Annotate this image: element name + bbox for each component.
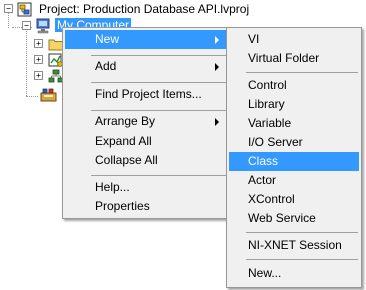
dependencies-icon bbox=[40, 88, 57, 102]
menu-item-label: Expand All bbox=[95, 134, 152, 148]
menu-item-collapse-all[interactable]: Collapse All bbox=[65, 151, 227, 170]
submenu-item-control[interactable]: Control bbox=[229, 76, 359, 95]
project-icon bbox=[17, 2, 33, 17]
menu-item-properties[interactable]: Properties bbox=[65, 197, 227, 216]
submenu-arrow-icon bbox=[215, 36, 219, 44]
menu-item-label: Properties bbox=[95, 199, 150, 213]
menu-separator bbox=[91, 175, 226, 176]
menu-item-label: Arrange By bbox=[95, 114, 156, 128]
context-menu: New Add Find Project Items... Arrange By… bbox=[62, 27, 230, 219]
menu-separator bbox=[246, 232, 358, 233]
expand-icon[interactable]: + bbox=[34, 55, 43, 64]
tree-connector bbox=[8, 12, 9, 28]
menu-item-expand-all[interactable]: Expand All bbox=[65, 132, 227, 151]
computer-icon bbox=[35, 18, 51, 34]
submenu-item-web-service[interactable]: Web Service bbox=[229, 209, 359, 228]
submenu-item-virtual-folder[interactable]: Virtual Folder bbox=[229, 49, 359, 68]
submenu-item-actor[interactable]: Actor bbox=[229, 171, 359, 190]
menu-item-label: Help... bbox=[95, 180, 130, 194]
expand-icon[interactable]: + bbox=[34, 39, 43, 48]
submenu-arrow-icon bbox=[215, 63, 219, 71]
menu-item-label: New bbox=[95, 32, 120, 46]
menu-separator bbox=[91, 110, 226, 111]
submenu-item-xcontrol[interactable]: XControl bbox=[229, 190, 359, 209]
submenu-item-library[interactable]: Library bbox=[229, 95, 359, 114]
menu-item-label: Collapse All bbox=[95, 153, 158, 167]
submenu-item-new-dialog[interactable]: New... bbox=[229, 264, 359, 283]
menu-item-arrange-by[interactable]: Arrange By bbox=[65, 112, 227, 131]
tree-connector bbox=[26, 28, 27, 96]
submenu-item-class[interactable]: Class bbox=[229, 152, 359, 171]
collapse-project-icon[interactable]: − bbox=[4, 4, 13, 13]
submenu-item-ni-xnet-session[interactable]: NI-XNET Session bbox=[229, 236, 359, 255]
submenu-item-vi[interactable]: VI bbox=[229, 30, 359, 49]
tree-item-project[interactable]: Project: Production Database API.lvproj bbox=[39, 2, 249, 16]
submenu-item-io-server[interactable]: I/O Server bbox=[229, 133, 359, 152]
submenu-item-variable[interactable]: Variable bbox=[229, 114, 359, 133]
menu-item-add[interactable]: Add bbox=[65, 57, 227, 76]
new-submenu: VI Virtual Folder Control Library Variab… bbox=[226, 27, 362, 288]
menu-separator bbox=[246, 72, 358, 73]
menu-separator bbox=[91, 82, 226, 83]
menu-separator bbox=[246, 259, 358, 260]
tree-connector bbox=[26, 96, 38, 97]
menu-item-find-project-items[interactable]: Find Project Items... bbox=[65, 85, 227, 104]
menu-item-label: Add bbox=[95, 59, 117, 73]
submenu-arrow-icon bbox=[215, 118, 219, 126]
collapse-computer-icon[interactable]: − bbox=[22, 21, 31, 30]
menu-item-new[interactable]: New bbox=[65, 30, 227, 49]
menu-separator bbox=[91, 55, 226, 56]
menu-item-help[interactable]: Help... bbox=[65, 178, 227, 197]
menu-item-label: Find Project Items... bbox=[95, 87, 202, 101]
expand-icon[interactable]: + bbox=[34, 71, 43, 80]
